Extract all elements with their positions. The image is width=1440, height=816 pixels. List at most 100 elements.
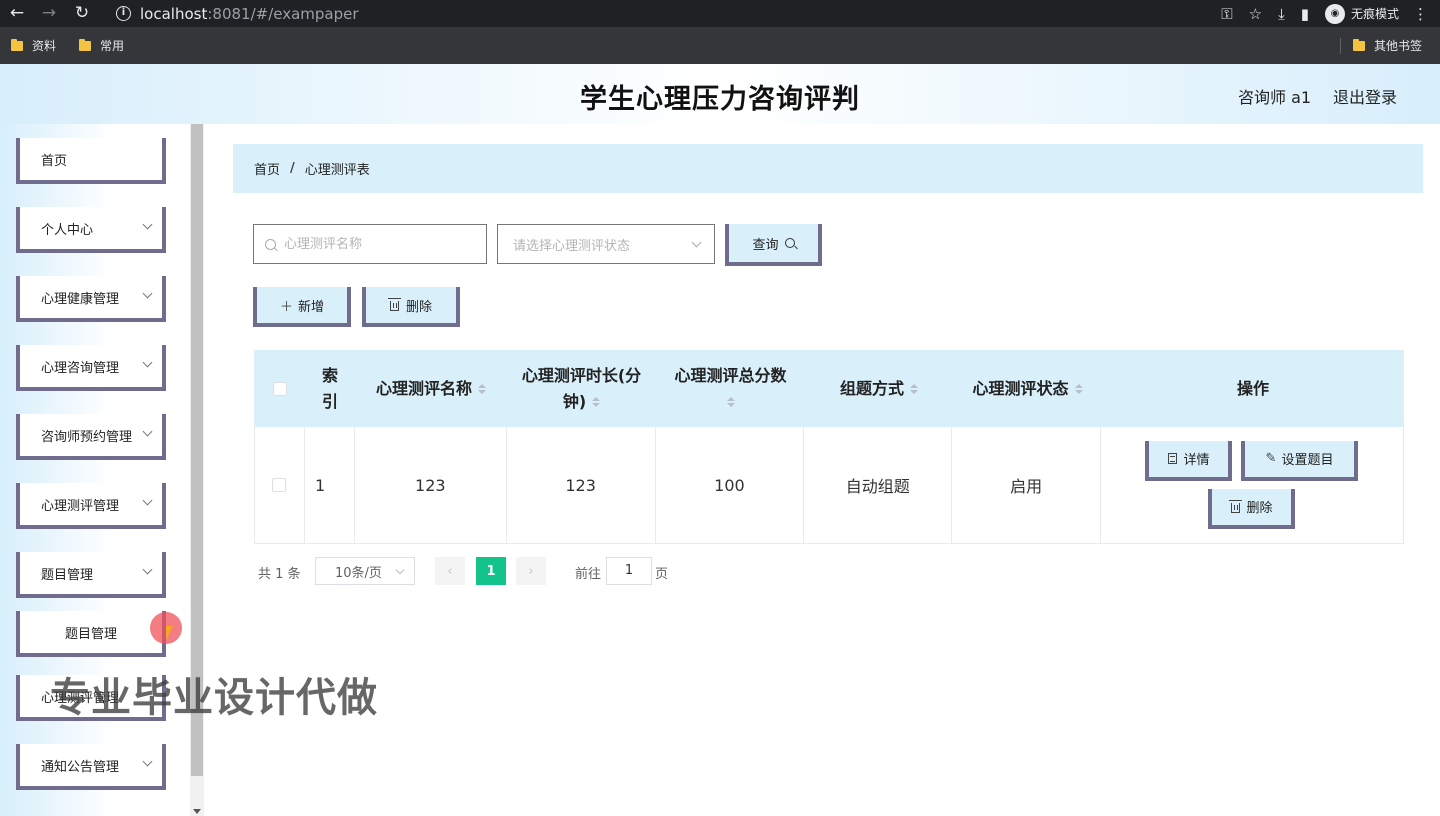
sort-icon[interactable] — [726, 397, 735, 407]
header-index: 索引 — [322, 365, 339, 411]
sidebar-item-questions[interactable]: 题目管理 — [16, 552, 166, 598]
prev-page-button[interactable]: ‹ — [435, 557, 465, 585]
set-questions-button[interactable]: ✎ 设置题目 — [1241, 440, 1359, 481]
plus-icon: ＋ — [279, 299, 293, 315]
cell-status: 启用 — [952, 427, 1102, 543]
chevron-down-icon — [142, 426, 153, 437]
chevron-down-icon — [142, 288, 153, 299]
header-status[interactable]: 心理测评状态 — [953, 350, 1102, 427]
sidebar-item-personal-center[interactable]: 个人中心 — [16, 207, 166, 253]
header-duration[interactable]: 心理测评时长(分钟) — [507, 350, 656, 427]
goto-label: 前往 — [575, 567, 602, 582]
detail-button[interactable]: 详情 — [1145, 440, 1233, 481]
folder-icon — [11, 38, 23, 51]
app-title: 学生心理压力咨询评判 — [580, 84, 860, 115]
breadcrumb-home[interactable]: 首页 — [254, 159, 280, 178]
sidebar-item-home[interactable]: 首页 — [16, 138, 166, 184]
sidebar-subitem-questions[interactable]: 题目管理 — [16, 611, 166, 657]
name-search-field[interactable] — [253, 224, 487, 264]
folder-icon — [79, 38, 92, 51]
app-header: 学生心理压力咨询评判 咨询师 a1 退出登录 — [0, 64, 1440, 124]
browser-toolbar: ← → ↻ i localhost:8081/#/exampaper ⚿ ☆ ⤓… — [0, 0, 1440, 27]
trash-icon — [387, 298, 401, 311]
table-header: 索引 心理测评名称 心理测评时长(分钟) 心理测评总分数 组题方式 心理测评状态… — [254, 350, 1404, 427]
breadcrumb-separator: / — [290, 161, 295, 176]
select-all-checkbox[interactable] — [272, 381, 287, 396]
url-text: localhost:8081/#/exampaper — [140, 4, 359, 23]
table-row: 1 123 123 100 自动组题 启用 详情 ✎ 设置题目 删除 — [254, 427, 1404, 544]
cell-compose-mode: 自动组题 — [804, 427, 953, 543]
sort-icon[interactable] — [910, 383, 918, 394]
star-icon[interactable]: ☆ — [1249, 5, 1262, 23]
cell-name: 123 — [355, 427, 507, 543]
breadcrumb: 首页 / 心理测评表 — [233, 144, 1423, 193]
cell-index: 1 — [305, 427, 355, 543]
name-search-input[interactable] — [284, 236, 474, 252]
bookmark-folder-ziliao[interactable]: 资料 — [11, 37, 56, 54]
sidebar-item-assessment[interactable]: 心理测评管理 — [16, 483, 166, 529]
chevron-down-icon — [142, 357, 153, 368]
chevron-down-icon — [691, 237, 702, 248]
sort-icon[interactable] — [592, 397, 601, 407]
address-bar[interactable]: i localhost:8081/#/exampaper — [106, 0, 1238, 27]
page-unit-label: 页 — [655, 567, 669, 582]
mouse-cursor-icon — [166, 626, 173, 640]
row-delete-button[interactable]: 删除 — [1208, 488, 1296, 529]
page-number-current[interactable]: 1 — [476, 557, 506, 585]
next-page-button[interactable]: › — [516, 557, 546, 585]
query-button[interactable]: 查询 — [725, 224, 822, 266]
goto-page-input[interactable]: 1 — [606, 557, 652, 585]
incognito-icon: ◉ — [1324, 3, 1345, 24]
cell-total-score: 100 — [656, 427, 805, 543]
assessment-table: 索引 心理测评名称 心理测评时长(分钟) 心理测评总分数 组题方式 心理测评状态… — [254, 350, 1404, 544]
pagination-total: 共 1 条 — [258, 567, 301, 582]
sidebar-item-notices[interactable]: 通知公告管理 — [16, 744, 166, 790]
header-ops: 操作 — [1236, 378, 1269, 398]
chevron-down-icon — [142, 756, 153, 767]
forward-icon[interactable]: → — [38, 2, 60, 24]
site-info-icon[interactable]: i — [116, 6, 131, 21]
folder-icon — [1352, 38, 1365, 51]
sidebar-item-appointment[interactable]: 咨询师预约管理 — [16, 414, 166, 460]
bookmark-folder-changyong[interactable]: 常用 — [79, 37, 124, 54]
status-select[interactable]: 请选择心理测评状态 — [497, 224, 715, 264]
header-name[interactable]: 心理测评名称 — [355, 350, 507, 427]
row-checkbox[interactable] — [272, 478, 287, 492]
add-button[interactable]: ＋新增 — [253, 287, 351, 327]
back-icon[interactable]: ← — [6, 2, 28, 24]
current-user: 咨询师 a1 — [1238, 88, 1312, 107]
batch-delete-button[interactable]: 删除 — [362, 287, 460, 327]
bookmark-folder-other[interactable]: 其他书签 — [1352, 37, 1422, 54]
sidepanel-icon[interactable]: ▮ — [1301, 5, 1309, 23]
document-icon — [1167, 453, 1177, 464]
header-compose-mode[interactable]: 组题方式 — [805, 350, 953, 427]
page-size-select[interactable]: 10条/页 — [315, 557, 415, 585]
sidebar-item-consult[interactable]: 心理咨询管理 — [16, 345, 166, 391]
header-total-score[interactable]: 心理测评总分数 — [656, 350, 805, 427]
key-icon[interactable]: ⚿ — [1221, 5, 1232, 23]
trash-icon — [1228, 499, 1242, 513]
chevron-down-icon — [142, 495, 153, 506]
reload-icon[interactable]: ↻ — [71, 2, 93, 24]
more-menu-icon[interactable]: ⋮ — [1413, 5, 1428, 23]
bookmarks-bar: 资料 常用 其他书签 — [0, 27, 1440, 64]
header-select-all — [254, 350, 305, 427]
sort-icon[interactable] — [1074, 383, 1083, 394]
scroll-down-arrow-icon[interactable] — [193, 809, 201, 814]
chevron-down-icon — [142, 219, 153, 230]
logout-link[interactable]: 退出登录 — [1333, 84, 1397, 108]
search-icon — [784, 238, 795, 248]
bookmarks-divider — [1339, 37, 1341, 54]
incognito-badge[interactable]: ◉ 无痕模式 — [1324, 3, 1399, 24]
sort-icon[interactable] — [478, 383, 486, 394]
breadcrumb-current: 心理测评表 — [304, 163, 370, 178]
chevron-down-icon — [142, 564, 153, 575]
search-icon — [265, 238, 276, 250]
row-select — [255, 427, 305, 543]
cell-duration: 123 — [507, 427, 656, 543]
sidebar-item-mental-health[interactable]: 心理健康管理 — [16, 276, 166, 322]
chevron-down-icon — [395, 565, 405, 575]
edit-pencil-icon: ✎ — [1265, 451, 1277, 466]
watermark-text: 专业毕业设计代做 — [50, 675, 378, 721]
download-icon[interactable]: ⤓ — [1278, 5, 1285, 23]
